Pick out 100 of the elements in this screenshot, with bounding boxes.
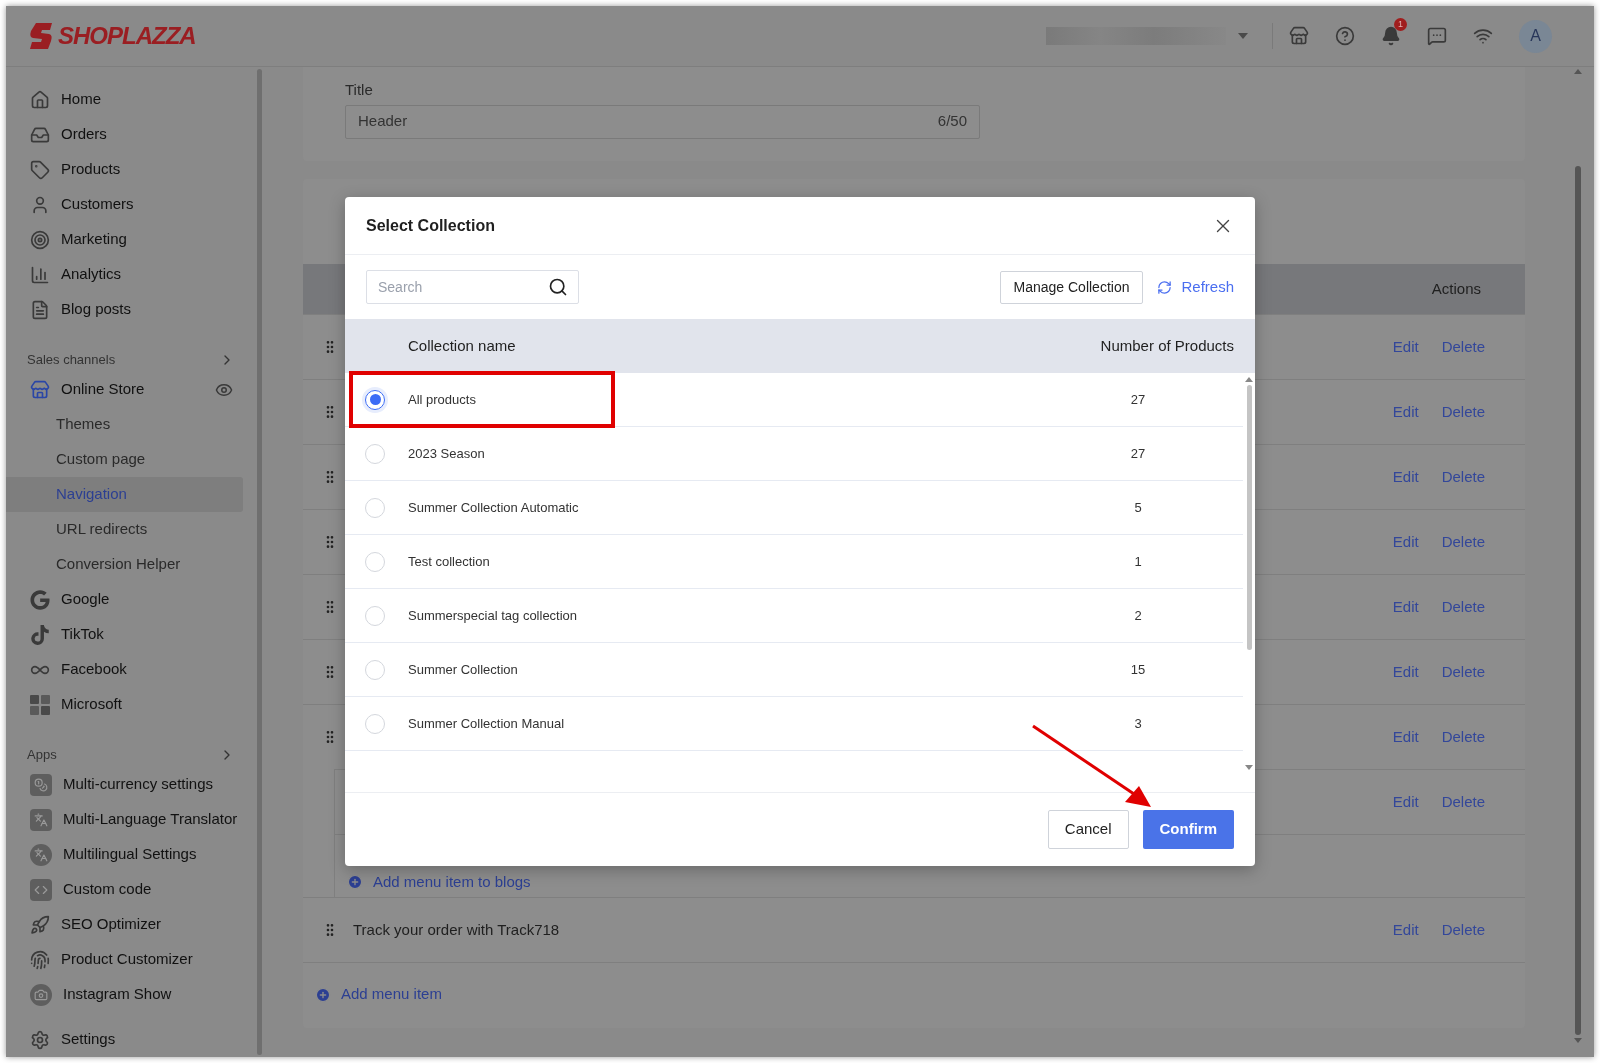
nav-item[interactable]: Blog posts xyxy=(6,292,243,327)
scroll-up-icon[interactable] xyxy=(1574,69,1582,74)
target-icon xyxy=(30,229,50,250)
help-icon[interactable] xyxy=(1335,26,1355,46)
translate-icon xyxy=(30,843,52,866)
nav-item[interactable]: Themes xyxy=(6,407,243,442)
nav-item[interactable]: Microsoft xyxy=(6,687,243,722)
collection-row[interactable]: Summer Collection Manual 3 xyxy=(345,697,1243,751)
section-heading: Sales channels xyxy=(27,350,116,369)
collection-row[interactable]: Summer Collection Automatic 5 xyxy=(345,481,1243,535)
add-child-link[interactable]: Add menu item to blogs xyxy=(347,870,531,893)
title-input[interactable]: Header 6/50 xyxy=(345,104,980,139)
google-icon xyxy=(30,589,50,610)
product-count: 2 xyxy=(1133,606,1143,625)
plus-circle-icon xyxy=(315,986,331,1003)
chat-icon[interactable] xyxy=(1427,26,1447,46)
collection-row[interactable]: Summerspecial tag collection 2 xyxy=(345,589,1243,643)
nav-item[interactable]: SEO Optimizer xyxy=(6,907,243,942)
coins-icon xyxy=(30,773,52,796)
product-count: 1 xyxy=(1133,552,1143,571)
nav-item[interactable]: Customers xyxy=(6,187,243,222)
list-scrollbar[interactable] xyxy=(1246,385,1252,650)
collection-name: Summerspecial tag collection xyxy=(408,606,579,625)
camera-icon xyxy=(30,983,52,1006)
nav-item[interactable]: Multilingual Settings xyxy=(6,837,243,872)
collection-row[interactable]: Summer Collection 15 xyxy=(345,643,1243,697)
search-icon[interactable] xyxy=(548,277,568,297)
scroll-down-icon[interactable] xyxy=(1245,765,1253,770)
nav-item[interactable]: Products xyxy=(6,152,243,187)
page-scrollbar[interactable] xyxy=(1575,166,1581,1035)
collection-name: Summer Collection xyxy=(408,660,519,679)
sidebar-scrollbar[interactable] xyxy=(257,69,262,1055)
manage-collection-button[interactable]: Manage Collection xyxy=(999,270,1144,304)
column-heading: Number of Products xyxy=(1100,335,1234,356)
nav-item[interactable]: Facebook xyxy=(6,652,243,687)
fingerprint-icon xyxy=(30,949,50,970)
nav-item[interactable]: Custom code xyxy=(6,872,243,907)
wifi-icon[interactable] xyxy=(1473,26,1493,46)
cancel-button[interactable]: Cancel xyxy=(1047,810,1129,849)
collection-name: Test collection xyxy=(408,552,491,571)
home-icon xyxy=(30,89,50,110)
code-icon xyxy=(30,878,52,901)
column-heading: Actions xyxy=(1431,278,1481,299)
avatar[interactable]: A xyxy=(1519,19,1552,53)
nav-item[interactable]: TikTok xyxy=(6,617,243,652)
product-count: 27 xyxy=(1129,444,1147,463)
nav-item[interactable]: Orders xyxy=(6,117,243,152)
bell-icon[interactable] xyxy=(1381,26,1401,46)
dialog-title: Select Collection xyxy=(366,215,495,236)
nav-item[interactable]: Analytics xyxy=(6,257,243,292)
notification-badge: 1 xyxy=(1394,18,1407,31)
collection-name: Summer Collection Manual xyxy=(408,714,566,733)
product-count: 15 xyxy=(1129,660,1147,679)
column-heading: Collection name xyxy=(408,335,516,356)
collection-name: All products xyxy=(408,390,477,409)
store-icon xyxy=(30,379,50,400)
collection-row[interactable]: Test collection 1 xyxy=(345,535,1243,589)
tag-icon xyxy=(30,159,50,180)
refresh-link[interactable]: Refresh xyxy=(1157,275,1234,299)
add-menu-item-link[interactable]: Add menu item xyxy=(315,983,442,1006)
product-count: 5 xyxy=(1133,498,1143,517)
windows-squares-icon xyxy=(30,694,50,715)
menu-item-title: Track your order with Track718 xyxy=(353,919,560,940)
gear-icon xyxy=(30,1029,50,1050)
product-count: 27 xyxy=(1129,390,1147,409)
collection-row[interactable]: 2023 Season 27 xyxy=(345,427,1243,481)
refresh-icon xyxy=(1157,279,1173,295)
nav-item[interactable]: Marketing xyxy=(6,222,243,257)
nav-item[interactable]: URL redirects xyxy=(6,512,243,547)
search-field[interactable]: Search xyxy=(366,270,579,304)
nav-item[interactable]: Multi-Language Translator xyxy=(6,802,243,837)
tiktok-icon xyxy=(30,624,50,645)
scroll-down-icon[interactable] xyxy=(1574,1038,1582,1043)
section-heading: Apps xyxy=(27,745,57,764)
scroll-up-icon[interactable] xyxy=(1245,377,1253,382)
rocket-icon xyxy=(30,914,50,935)
nav-item[interactable]: Multi-currency settings xyxy=(6,767,243,802)
plus-circle-icon xyxy=(347,873,363,890)
bar-chart-icon xyxy=(30,264,50,285)
translate-icon xyxy=(30,808,52,831)
collection-name: 2023 Season xyxy=(408,444,486,463)
nav-item[interactable]: Google xyxy=(6,582,243,617)
document-icon xyxy=(30,299,50,320)
nav-item[interactable]: Conversion Helper xyxy=(6,547,243,582)
collection-name: Summer Collection Automatic xyxy=(408,498,580,517)
nav-item[interactable]: Online Store xyxy=(6,372,215,407)
user-icon xyxy=(30,194,50,215)
brand-name: SHOPLAZZA xyxy=(58,21,196,51)
radio-button[interactable] xyxy=(365,389,385,410)
field-label: Title xyxy=(345,80,374,100)
nav-item[interactable]: Instagram Show xyxy=(6,977,243,1012)
nav-item[interactable]: Settings xyxy=(6,1022,243,1057)
store-icon[interactable] xyxy=(1289,26,1309,46)
nav-item[interactable]: Product Customizer xyxy=(6,942,243,977)
caret-down-icon[interactable] xyxy=(1238,33,1248,39)
logo-mark-icon xyxy=(28,22,54,50)
nav-item[interactable]: Custom page xyxy=(6,442,243,477)
collection-row[interactable]: All products 27 xyxy=(345,373,1243,427)
confirm-button[interactable]: Confirm xyxy=(1142,810,1234,849)
nav-item[interactable]: Home xyxy=(6,82,243,117)
